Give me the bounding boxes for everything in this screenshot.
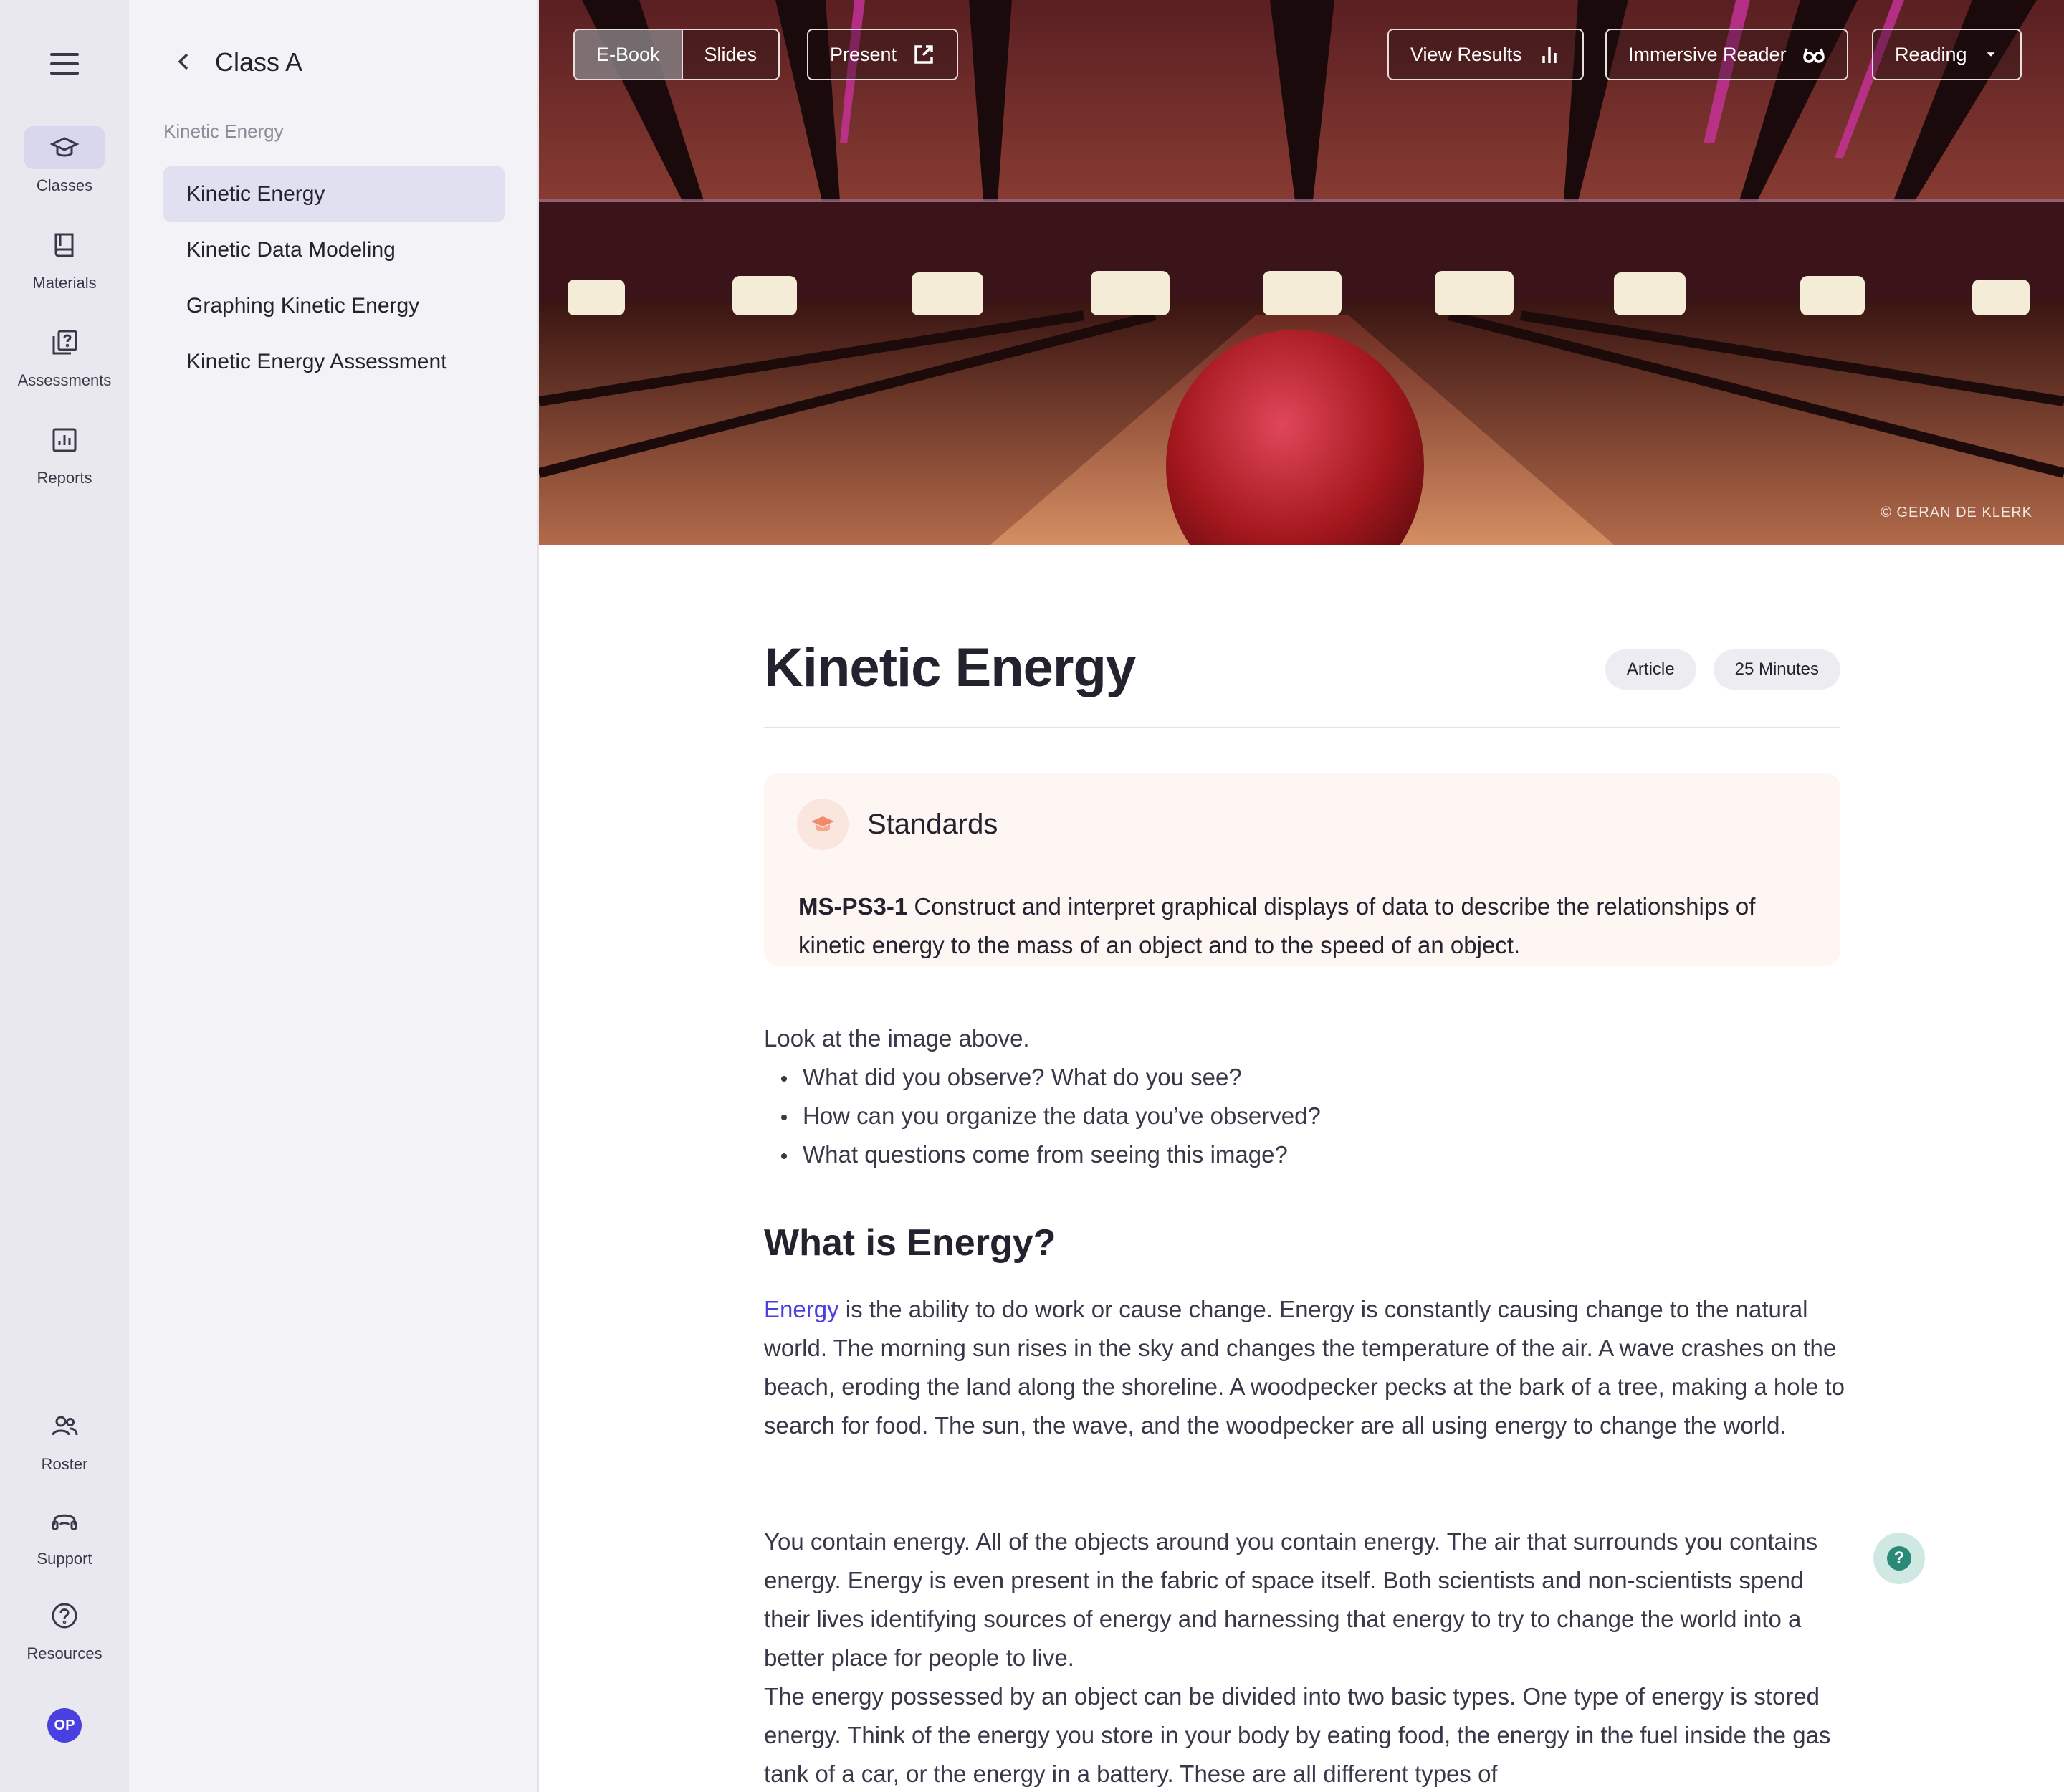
help-circle-icon (24, 1594, 105, 1637)
bowling-alley-photo (539, 0, 2064, 545)
headset-icon (24, 1500, 105, 1543)
graduation-cap-icon (24, 126, 105, 169)
rail-item-classes[interactable]: Classes (0, 126, 129, 195)
rail-item-roster[interactable]: Roster (0, 1405, 129, 1474)
rail-label: Support (37, 1550, 92, 1568)
class-sidebar: Class A Kinetic Energy Kinetic Energy Ki… (129, 0, 539, 1792)
rail-label: Resources (27, 1644, 102, 1662)
section-heading: What is Energy? (764, 1222, 1056, 1264)
rail-label: Materials (32, 274, 97, 292)
people-icon (24, 1405, 105, 1448)
intro-text: Look at the image above. (764, 1025, 1030, 1052)
slides-tab[interactable]: Slides (681, 30, 779, 79)
title-divider (764, 727, 1840, 728)
glasses-icon (1802, 48, 1825, 63)
lesson-item-kinetic-data-modeling[interactable]: Kinetic Data Modeling (163, 222, 505, 278)
hamburger-menu-icon[interactable] (50, 53, 79, 75)
bar-chart-icon (1542, 47, 1557, 63)
question-pages-icon (24, 321, 105, 364)
immersive-reader-group: Immersive Reader (1605, 29, 1848, 80)
present-label: Present (830, 43, 897, 65)
bar-chart-icon (24, 419, 105, 462)
view-results-group: View Results (1387, 29, 1584, 80)
rail-label: Assessments (17, 371, 112, 389)
reading-level-dropdown[interactable]: Reading (1873, 30, 2020, 79)
rail-item-assessments[interactable]: Assessments (0, 321, 129, 390)
intro-block: Look at the image above. What did you ob… (764, 1019, 1840, 1174)
paragraph-text: is the ability to do work or cause chang… (764, 1296, 1845, 1439)
standard-code: MS-PS3-1 (798, 893, 908, 920)
lesson-item-graphing-kinetic-energy[interactable]: Graphing Kinetic Energy (163, 278, 505, 334)
sidebar-title: Class A (215, 47, 303, 77)
type-chip: Article (1605, 649, 1696, 690)
external-link-icon (914, 45, 933, 64)
lesson-item-kinetic-energy[interactable]: Kinetic Energy (163, 166, 505, 222)
standards-box: Standards MS-PS3-1 Construct and interpr… (764, 773, 1840, 966)
book-icon (24, 224, 105, 267)
duration-chip: 25 Minutes (1713, 649, 1840, 690)
graduation-cap-icon (797, 799, 849, 850)
rail-label: Classes (36, 176, 93, 194)
article-title: Kinetic Energy (764, 637, 1136, 698)
intro-bullets: What did you observe? What do you see? H… (764, 1058, 1840, 1174)
list-item: How can you organize the data you’ve obs… (764, 1097, 1840, 1135)
rail-label: Reports (37, 469, 92, 487)
lesson-item-kinetic-energy-assessment[interactable]: Kinetic Energy Assessment (163, 334, 505, 390)
rail-item-resources[interactable]: Resources (0, 1594, 129, 1663)
reading-level-group: Reading (1872, 29, 2022, 80)
back-chevron-icon[interactable] (169, 47, 198, 76)
sidebar-section-label: Kinetic Energy (163, 120, 284, 142)
immersive-reader-button[interactable]: Immersive Reader (1607, 30, 1847, 79)
help-button[interactable]: ? (1873, 1533, 1925, 1584)
glossary-link-energy[interactable]: Energy (764, 1296, 839, 1322)
lesson-list: Kinetic Energy Kinetic Data Modeling Gra… (163, 166, 505, 390)
article-card: Kinetic Energy Article 25 Minutes Standa… (539, 545, 2064, 1792)
photo-credit: © GERAN DE KLERK (1881, 505, 2032, 520)
user-avatar[interactable]: OP (47, 1708, 82, 1743)
rail-item-materials[interactable]: Materials (0, 224, 129, 292)
help-question-icon: ? (1887, 1546, 1911, 1571)
ebook-tab[interactable]: E-Book (575, 30, 682, 79)
view-mode-toggle: E-Book Slides (573, 29, 780, 80)
present-button[interactable]: Present (808, 30, 957, 79)
standards-text: MS-PS3-1 Construct and interpret graphic… (798, 887, 1816, 965)
view-results-label: View Results (1410, 43, 1522, 65)
rail-item-reports[interactable]: Reports (0, 419, 129, 487)
standard-description: Construct and interpret graphical displa… (798, 893, 1756, 958)
reading-label: Reading (1895, 43, 1967, 65)
paragraph-group: You contain energy. All of the objects a… (764, 1522, 1846, 1792)
present-group: Present (807, 29, 959, 80)
list-item: What questions come from seeing this ima… (764, 1135, 1840, 1174)
article-chips: Article 25 Minutes (1605, 649, 1840, 690)
immersive-reader-label: Immersive Reader (1628, 43, 1787, 65)
view-results-button[interactable]: View Results (1389, 30, 1582, 79)
standards-heading: Standards (867, 809, 998, 840)
paragraph: The energy possessed by an object can be… (764, 1683, 1831, 1787)
paragraph: You contain energy. All of the objects a… (764, 1528, 1818, 1671)
caret-down-icon (1987, 52, 1995, 57)
paragraph: Energy is the ability to do work or caus… (764, 1290, 1846, 1445)
list-item: What did you observe? What do you see? (764, 1058, 1840, 1097)
hero-image: E-Book Slides Present View Results Immer… (539, 0, 2064, 545)
rail-item-support[interactable]: Support (0, 1500, 129, 1568)
rail-label: Roster (41, 1455, 88, 1473)
app: Classes Materials Assessments Reports Ro… (0, 0, 2064, 1792)
left-rail: Classes Materials Assessments Reports Ro… (0, 0, 129, 1792)
